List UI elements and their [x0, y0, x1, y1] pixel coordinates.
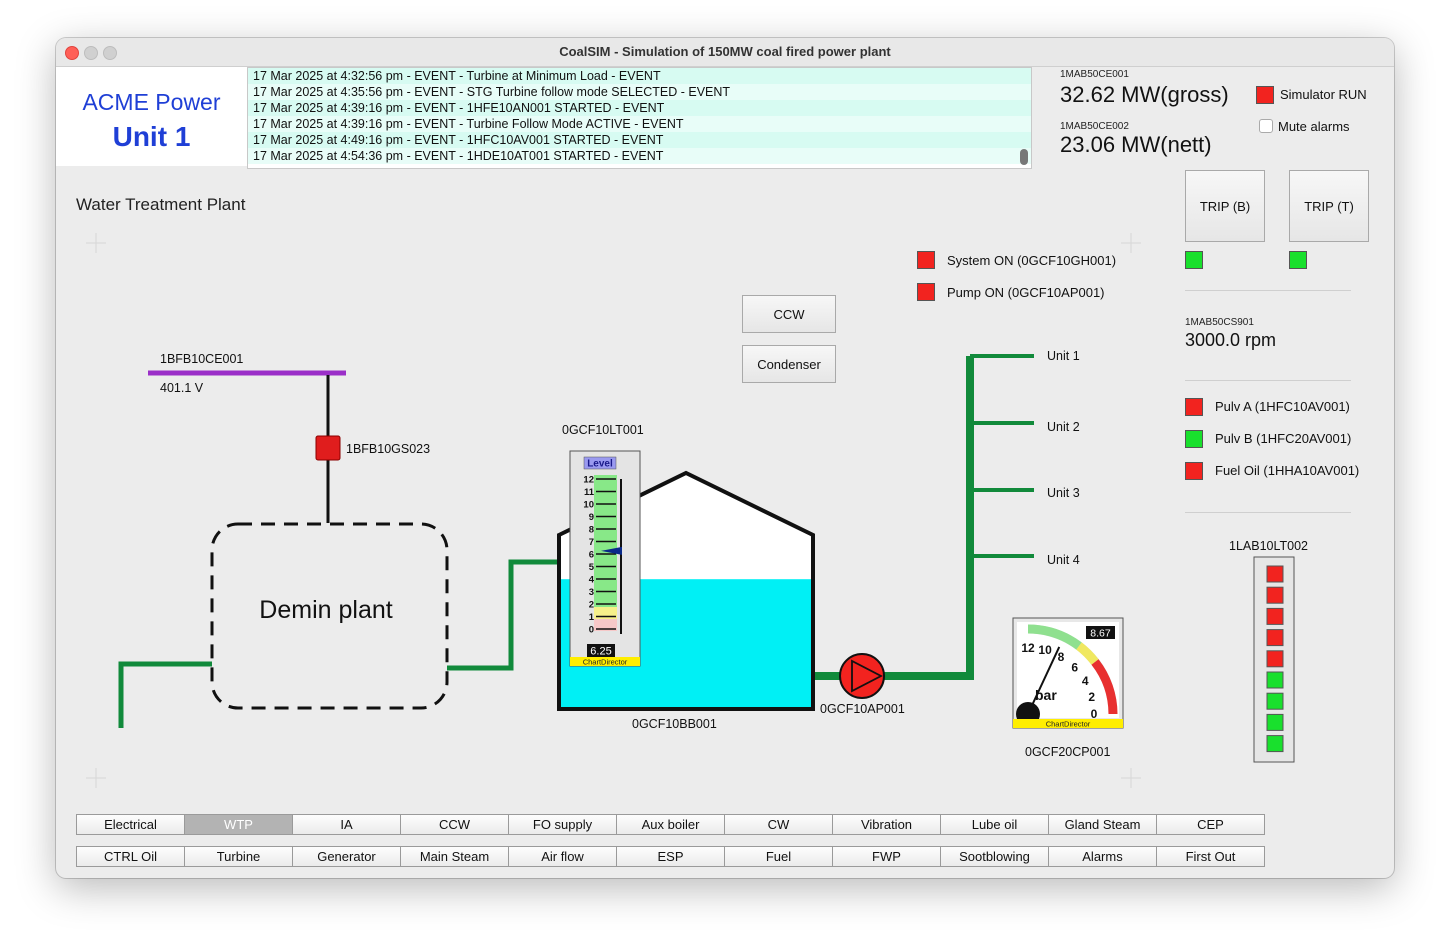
pressure-gauge-tick-label: 0 [1091, 707, 1098, 721]
demin-plant-label: Demin plant [259, 596, 392, 624]
nav-tabs-row-1: Electrical WTP IA CCW FO supply Aux boiler CW V… [76, 814, 1265, 835]
pressure-transmitter-tag: 0GCF20CP001 [1025, 745, 1111, 759]
plant-mimic-diagram: 1BFB10CE001 401.1 V 1BFB10GS023 Demin pl… [86, 233, 1308, 788]
level-gauge-tick-label: 8 [589, 525, 594, 536]
lab-level-tag: 1LAB10LT002 [1229, 539, 1308, 553]
bus-tag: 1BFB10CE001 [160, 352, 243, 366]
tab-wtp[interactable]: WTP [184, 814, 293, 835]
level-gauge-tick-label: 10 [583, 500, 594, 511]
pump-discharge-pipe [884, 356, 974, 680]
level-gauge-tick-label: 5 [589, 562, 595, 573]
tab-ia[interactable]: IA [292, 814, 401, 835]
tab-fuel[interactable]: Fuel [724, 846, 833, 867]
demin-outlet-pipe [447, 559, 559, 671]
tab-gland-steam[interactable]: Gland Steam [1048, 814, 1157, 835]
tab-air-flow[interactable]: Air flow [508, 846, 617, 867]
level-gauge-tick-label: 12 [583, 475, 594, 486]
tab-lube-oil[interactable]: Lube oil [940, 814, 1049, 835]
tab-sootblowing[interactable]: Sootblowing [940, 846, 1049, 867]
level-gauge-title: Level [587, 459, 613, 470]
lab-level-led [1266, 671, 1284, 689]
level-gauge-tick-label: 6 [589, 550, 594, 561]
tab-electrical[interactable]: Electrical [76, 814, 185, 835]
level-gauge-tick-label: 9 [589, 512, 594, 523]
tab-cep[interactable]: CEP [1156, 814, 1265, 835]
pressure-gauge-tick-label: 6 [1071, 660, 1078, 674]
tab-ctrl-oil[interactable]: CTRL Oil [76, 846, 185, 867]
tab-first-out[interactable]: First Out [1156, 846, 1265, 867]
tank-tag: 0GCF10BB001 [632, 717, 717, 731]
level-transmitter-tag: 0GCF10LT001 [562, 423, 644, 437]
pressure-gauge-unit: bar [1035, 687, 1057, 703]
pressure-gauge-tick-label: 12 [1021, 641, 1035, 655]
tab-turbine[interactable]: Turbine [184, 846, 293, 867]
level-gauge: Level 1211109876543210 6.25 ChartDirecto… [569, 450, 641, 667]
tab-vibration[interactable]: Vibration [832, 814, 941, 835]
breaker-1bfb10gs023[interactable] [315, 435, 341, 461]
lab-level-led [1266, 713, 1284, 731]
level-gauge-tick-label: 1 [589, 612, 595, 623]
pressure-gauge-tick-label: 4 [1082, 674, 1089, 688]
lab-level-led [1266, 629, 1284, 647]
unit-2-label: Unit 2 [1047, 420, 1080, 434]
unit-4-label: Unit 4 [1047, 553, 1080, 567]
level-gauge-tick-label: 0 [589, 625, 594, 636]
tab-esp[interactable]: ESP [616, 846, 725, 867]
app-window: CoalSIM - Simulation of 150MW coal fired… [56, 38, 1394, 878]
level-gauge-footer: ChartDirector [583, 658, 628, 667]
pump-0gcf10ap001[interactable] [839, 653, 885, 699]
level-gauge-readout: 6.25 [590, 646, 611, 658]
tab-cw[interactable]: CW [724, 814, 833, 835]
lab-level-led [1266, 650, 1284, 668]
level-gauge-tick-label: 2 [589, 600, 594, 611]
tab-fo-supply[interactable]: FO supply [508, 814, 617, 835]
tab-main-steam[interactable]: Main Steam [400, 846, 509, 867]
lab-level-led [1266, 565, 1284, 583]
pressure-gauge: 12 10 864 2 0 bar 8.67 ChartDirector [1012, 617, 1124, 729]
pump-tag: 0GCF10AP001 [820, 702, 905, 716]
pressure-gauge-tick-label: 8 [1058, 650, 1065, 664]
unit-1-label: Unit 1 [1047, 349, 1080, 363]
pressure-gauge-tick-label: 10 [1038, 643, 1052, 657]
level-gauge-tick-label: 3 [589, 587, 594, 598]
lab-level-leds [1266, 565, 1284, 753]
nav-tabs-row-2: CTRL Oil Turbine Generator Main Steam Air fl… [76, 846, 1265, 867]
tab-alarms[interactable]: Alarms [1048, 846, 1157, 867]
pressure-gauge-tick-label: 2 [1088, 690, 1095, 704]
tab-ccw[interactable]: CCW [400, 814, 509, 835]
pressure-gauge-footer: ChartDirector [1046, 720, 1091, 729]
bus-voltage: 401.1 V [160, 381, 204, 395]
lab-level-led [1266, 607, 1284, 625]
lab-level-led [1266, 586, 1284, 604]
level-gauge-tick-label: 4 [589, 575, 595, 586]
tab-aux-boiler[interactable]: Aux boiler [616, 814, 725, 835]
unit-3-label: Unit 3 [1047, 486, 1080, 500]
pressure-gauge-readout: 8.67 [1090, 628, 1111, 640]
lab-level-led [1266, 735, 1284, 753]
lab-level-led [1266, 692, 1284, 710]
level-gauge-tick-label: 7 [589, 537, 594, 548]
level-gauge-tick-label: 11 [584, 487, 595, 498]
tab-fwp[interactable]: FWP [832, 846, 941, 867]
inlet-pipe [118, 661, 212, 728]
tab-generator[interactable]: Generator [292, 846, 401, 867]
breaker-tag: 1BFB10GS023 [346, 442, 430, 456]
